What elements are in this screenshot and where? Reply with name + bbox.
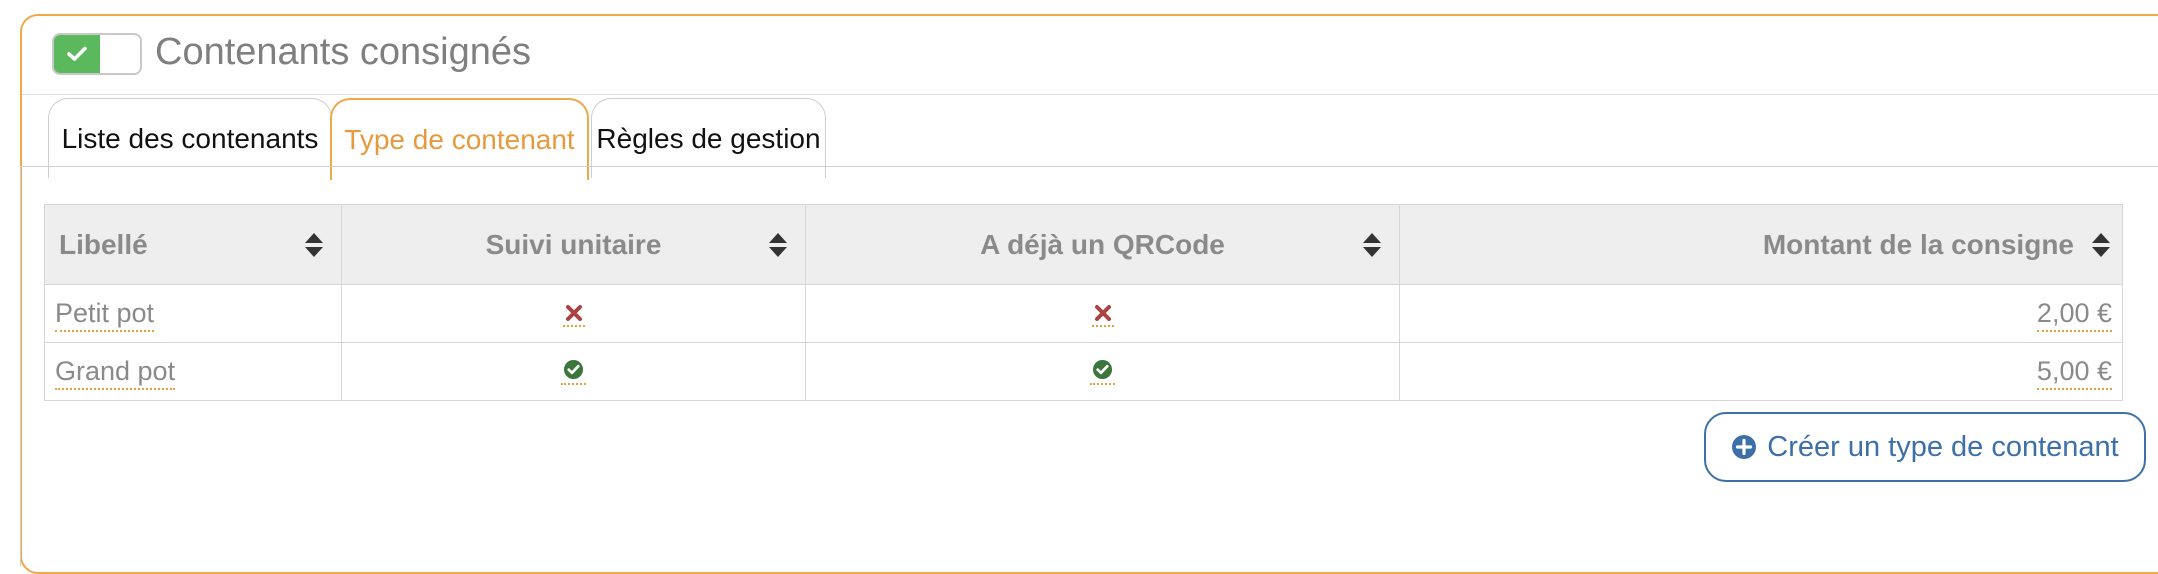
cell-qrcode	[805, 342, 1400, 401]
amount-link[interactable]: 2,00 €	[2036, 298, 2112, 332]
sort-icon[interactable]	[2092, 232, 2110, 257]
sort-icon[interactable]	[1363, 232, 1381, 257]
sort-icon[interactable]	[769, 232, 787, 257]
panel-title: Contenants consignés	[155, 31, 532, 73]
plus-circle-icon	[1732, 435, 1757, 459]
cross-icon[interactable]	[1091, 304, 1114, 327]
toggle-on-indicator	[54, 35, 100, 73]
column-header-suivi-unitaire[interactable]: Suivi unitaire	[341, 204, 806, 285]
column-header-label: Montant de la consigne	[1762, 228, 2074, 260]
activation-toggle[interactable]	[52, 33, 142, 75]
table-row: Petit pot 2,00 €	[44, 284, 2123, 343]
check-circle-icon[interactable]	[1090, 359, 1115, 385]
column-header-qrcode[interactable]: A déjà un QRCode	[805, 204, 1400, 285]
cell-qrcode	[805, 284, 1400, 343]
cell-montant: 5,00 €	[1399, 342, 2123, 401]
cell-libelle: Grand pot	[44, 342, 342, 401]
create-button-label: Créer un type de contenant	[1767, 430, 2119, 463]
column-header-label: Libellé	[59, 228, 148, 260]
table-header-row: Libellé Suivi unitaire A déjà un QRCode …	[44, 204, 2123, 285]
column-header-label: A déjà un QRCode	[980, 228, 1225, 260]
create-container-type-button[interactable]: Créer un type de contenant	[1704, 412, 2146, 482]
row-link[interactable]: Petit pot	[55, 298, 155, 332]
cell-suivi-unitaire	[341, 284, 806, 343]
column-header-montant[interactable]: Montant de la consigne	[1399, 204, 2123, 285]
row-link[interactable]: Grand pot	[55, 356, 176, 390]
column-header-libelle[interactable]: Libellé	[44, 204, 342, 285]
cell-suivi-unitaire	[341, 342, 806, 401]
sort-icon[interactable]	[305, 232, 323, 257]
check-circle-icon[interactable]	[561, 359, 586, 385]
cell-montant: 2,00 €	[1399, 284, 2123, 343]
check-icon	[67, 46, 87, 61]
column-header-label: Suivi unitaire	[485, 228, 662, 260]
cross-icon[interactable]	[562, 304, 585, 327]
amount-link[interactable]: 5,00 €	[2036, 356, 2112, 390]
table-row: Grand pot 5,00 €	[44, 342, 2123, 401]
container-type-table: Libellé Suivi unitaire A déjà un QRCode …	[44, 204, 2123, 401]
cell-libelle: Petit pot	[44, 284, 342, 343]
